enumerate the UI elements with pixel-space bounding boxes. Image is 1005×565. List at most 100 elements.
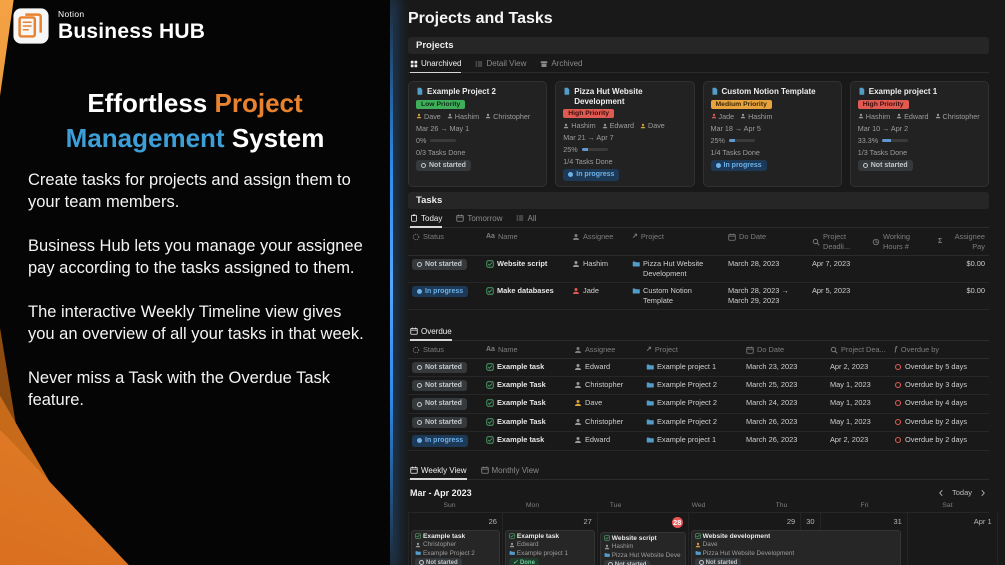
checkbox-icon (486, 381, 494, 389)
person-icon (572, 287, 580, 295)
paragraph-4: Never miss a Task with the Overdue Task … (28, 368, 331, 409)
progress-bar (882, 138, 909, 142)
page-title[interactable]: Projects and Tasks (408, 10, 989, 28)
overdue-ring-icon (894, 399, 902, 407)
tasks-done: 0/3 Tasks Done (416, 147, 466, 157)
tab-weekly-view[interactable]: Weekly View (410, 466, 467, 480)
task-name: Example Task (497, 398, 546, 408)
progress: 0% (416, 135, 457, 145)
col-do-date[interactable]: Do Date (724, 229, 808, 245)
col-assignee[interactable]: Assignee (568, 229, 628, 245)
tab-detail-view[interactable]: Detail View (475, 59, 526, 68)
col-name[interactable]: Aa Name (482, 229, 568, 245)
status-dot-icon (417, 364, 422, 370)
col-assignee[interactable]: Assignee (570, 342, 642, 358)
project-title: Example project 1 (868, 87, 938, 96)
tab-archived[interactable]: Archived (540, 59, 582, 68)
tasks-done: 1/4 Tasks Done (563, 157, 613, 167)
col-do-date[interactable]: Do Date (742, 342, 826, 358)
project-link: Example Project 2 (657, 379, 717, 389)
status-badge: Not started (412, 361, 467, 373)
calendar-day-column[interactable]: 28 Website script Hashim Pizza Hut Websi… (598, 512, 689, 565)
col-overdue-by[interactable]: ƒ Overdue by (890, 342, 989, 358)
projects-section-header[interactable]: Projects (408, 37, 989, 54)
event-spacer (910, 530, 995, 565)
person-icon (604, 544, 610, 550)
overdue-ring-icon (894, 418, 902, 426)
folder-icon (646, 381, 654, 389)
col-status[interactable]: Status (408, 229, 482, 245)
rollup-magnifier-icon (812, 238, 820, 246)
task-name: Make databases (497, 285, 554, 295)
project-cards: Example Project 2 Low Priority Dave Hash… (408, 81, 989, 187)
col-name[interactable]: Aa Name (482, 342, 570, 358)
overdue-row[interactable]: Not started Example task Edward Example … (408, 359, 989, 377)
calendar-day-column[interactable]: Apr 1 Website final touches Hashim Pizza… (908, 512, 998, 565)
gallery-icon (410, 60, 418, 68)
calendar-day-column[interactable]: 26 Example task Christopher Example Proj… (408, 512, 503, 565)
overdue-row[interactable]: Not started Example Task Dave Example Pr… (408, 395, 989, 414)
calendar-day-column[interactable]: 29 Website development Dave Pizza Hut We… (689, 512, 902, 565)
tab-unarchived[interactable]: Unarchived (410, 59, 462, 73)
project-card[interactable]: Pizza Hut Website Development High Prior… (555, 81, 695, 187)
tab-today[interactable]: Today (410, 214, 443, 228)
status-badge: Not started (603, 560, 651, 565)
progress-percent: 0% (416, 135, 427, 145)
person-icon (574, 436, 582, 444)
project-card[interactable]: Example Project 2 Low Priority Dave Hash… (408, 81, 548, 187)
person-icon (572, 233, 580, 241)
task-row[interactable]: In progress Make databases Jade Custom N… (408, 283, 989, 310)
folder-icon (632, 287, 640, 295)
overdue-row[interactable]: In progress Example task Edward Example … (408, 432, 989, 451)
project-card[interactable]: Example project 1 High Priority Hashim E… (849, 81, 989, 187)
overdue-view-tabs: Overdue (408, 322, 989, 341)
progress-bar (581, 148, 608, 152)
calendar-event[interactable]: Example task Edward Example project 1 Do… (504, 529, 595, 565)
checkbox-icon (604, 535, 610, 541)
folder-icon (646, 363, 654, 371)
status-badge: Not started (416, 159, 471, 172)
status-dot-icon (417, 401, 422, 407)
person-icon (896, 113, 902, 119)
day-number: 31 (893, 516, 902, 526)
calendar-event[interactable]: Example task Christopher Example Project… (411, 529, 500, 565)
task-name: Example task (497, 361, 545, 371)
calendar-day-column[interactable]: 27 Example task Edward Example project 1… (503, 512, 598, 565)
calendar-nav: Today (937, 488, 987, 497)
tab-tomorrow[interactable]: Tomorrow (456, 214, 502, 223)
project-link: Example Project 2 (657, 416, 717, 426)
col-status[interactable]: Status (408, 342, 482, 358)
day-number: 29 (786, 516, 796, 526)
calendar-event[interactable]: Website development Dave Pizza Hut Websi… (690, 529, 902, 565)
col-project-deadline[interactable]: Project Deadli... (808, 229, 868, 255)
col-project[interactable]: ↗ Project (628, 229, 724, 245)
overdue-row[interactable]: Not started Example Task Christopher Exa… (408, 377, 989, 396)
status-badge: Not started (694, 558, 742, 565)
today-button[interactable]: Today (952, 488, 972, 497)
project-card[interactable]: Custom Notion Template Medium Priority J… (702, 81, 842, 187)
next-week-button[interactable] (979, 489, 987, 497)
calendar-event[interactable]: Website script Hashim Pizza Hut Website … (599, 531, 686, 565)
overdue-row[interactable]: Not started Example Task Christopher Exa… (408, 414, 989, 433)
marketing-copy: Create tasks for projects and assign the… (28, 170, 366, 434)
person-icon (602, 123, 608, 129)
checkbox-icon (486, 436, 494, 444)
col-project-deadline[interactable]: Project Dea... (826, 342, 890, 358)
task-row[interactable]: Not started Website script Hashim Pizza … (408, 256, 989, 283)
status-badge: Not started (412, 398, 467, 410)
tab-all[interactable]: All (516, 214, 536, 223)
progress-percent: 25% (563, 145, 578, 155)
col-assignee-pay[interactable]: Σ Assignee Pay (934, 229, 989, 255)
tab-monthly-view[interactable]: Monthly View (481, 466, 539, 475)
do-date: March 24, 2023 (746, 398, 798, 408)
text-property-icon: Aa (486, 346, 495, 354)
prev-week-button[interactable] (937, 489, 945, 497)
status-dot-icon (417, 420, 422, 426)
col-project[interactable]: ↗ Project (642, 342, 742, 358)
assignees: Hashim Edward Dave (563, 121, 665, 130)
tasks-done: 1/3 Tasks Done (857, 147, 908, 157)
assignee: Hashim (563, 121, 596, 130)
tasks-section-header[interactable]: Tasks (408, 191, 989, 209)
col-working-hours[interactable]: Working Hours # (868, 229, 934, 255)
tab-overdue[interactable]: Overdue (410, 327, 452, 341)
